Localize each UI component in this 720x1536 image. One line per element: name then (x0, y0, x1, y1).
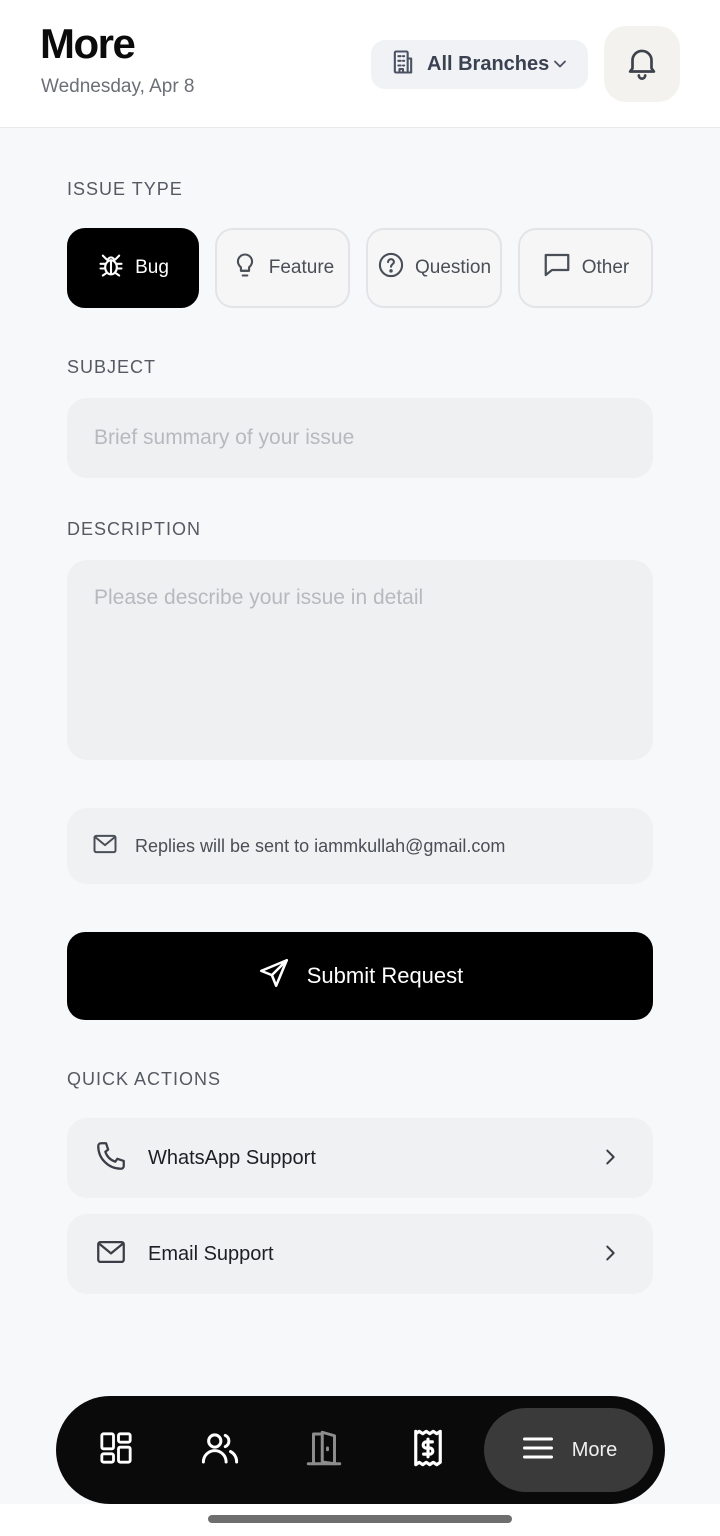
chip-label: Other (581, 257, 630, 278)
header: More Wednesday, Apr 8 All Branches (0, 0, 720, 128)
page-title: More (40, 20, 136, 67)
quick-action-label: Email Support (148, 1242, 274, 1265)
notifications-button[interactable] (604, 26, 680, 102)
quick-action-label: WhatsApp Support (148, 1146, 316, 1169)
bell-icon (623, 43, 661, 86)
nav-billing[interactable] (404, 1426, 452, 1474)
send-icon (257, 956, 291, 996)
mail-icon (94, 1235, 128, 1274)
question-icon (377, 251, 405, 285)
branch-label: All Branches (427, 53, 550, 75)
issue-type-feature[interactable]: Feature (215, 228, 350, 308)
issue-type-label: ISSUE TYPE (67, 179, 183, 199)
submit-request-button[interactable]: Submit Request (67, 932, 653, 1020)
subject-label: SUBJECT (67, 357, 157, 377)
email-support-item[interactable]: Email Support (67, 1214, 653, 1294)
chat-icon (542, 250, 572, 286)
description-label: DESCRIPTION (67, 519, 202, 539)
dashboard-icon (96, 1428, 136, 1473)
reply-notice-text: Replies will be sent to iammkullah@gmail… (135, 835, 506, 856)
users-icon (199, 1427, 241, 1474)
issue-type-bug[interactable]: Bug (67, 228, 199, 308)
bug-icon (97, 251, 125, 285)
chip-label: Feature (268, 257, 335, 278)
whatsapp-support-item[interactable]: WhatsApp Support (67, 1118, 653, 1198)
chip-label: Bug (135, 257, 169, 278)
submit-label: Submit Request (306, 963, 464, 988)
mail-icon (91, 830, 119, 863)
subject-input[interactable] (67, 398, 653, 478)
nav-dashboard[interactable] (92, 1426, 140, 1474)
door-icon (303, 1427, 345, 1474)
menu-icon (520, 1430, 556, 1471)
nav-users[interactable] (196, 1426, 244, 1474)
description-textarea[interactable] (67, 560, 653, 760)
branch-selector[interactable]: All Branches (371, 40, 588, 89)
nav-more-label: More (571, 1438, 618, 1461)
chip-label: Question (414, 257, 492, 278)
reply-notice: Replies will be sent to iammkullah@gmail… (67, 808, 653, 884)
issue-type-other[interactable]: Other (518, 228, 653, 308)
chevron-right-icon (599, 1242, 621, 1269)
nav-more[interactable]: More (484, 1408, 653, 1492)
receipt-icon (407, 1427, 449, 1474)
home-indicator (208, 1515, 512, 1523)
date-label: Wednesday, Apr 8 (41, 76, 195, 97)
chevron-right-icon (599, 1146, 621, 1173)
issue-type-question[interactable]: Question (366, 228, 502, 308)
nav-rooms[interactable] (300, 1426, 348, 1474)
bottom-nav: More (56, 1396, 665, 1504)
chevron-down-icon (550, 54, 570, 79)
quick-actions-label: QUICK ACTIONS (67, 1069, 222, 1089)
lightbulb-icon (231, 251, 259, 285)
building-icon (389, 48, 417, 81)
phone-icon (94, 1139, 128, 1178)
